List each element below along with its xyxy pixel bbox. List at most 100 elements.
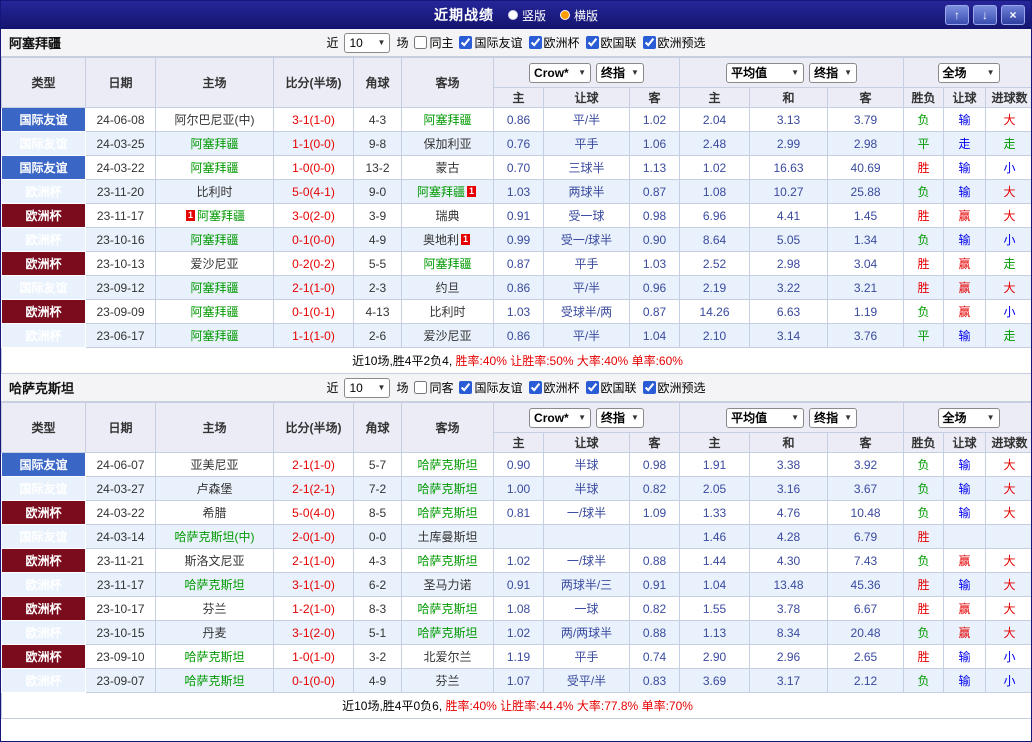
league-checkbox-nationsleague-input[interactable] <box>586 381 599 394</box>
cell-score[interactable]: 1-2(1-0) <box>274 597 354 621</box>
layout-radio-horizontal[interactable]: 横版 <box>560 7 598 24</box>
move-down-button[interactable]: ↓ <box>973 5 997 25</box>
cell-away-team[interactable]: 土库曼斯坦 <box>402 525 494 549</box>
cell-away-team[interactable]: 保加利亚 <box>402 132 494 156</box>
cell-away-team[interactable]: 哈萨克斯坦 <box>402 477 494 501</box>
cell-away-team[interactable]: 阿塞拜疆 <box>402 108 494 132</box>
close-button[interactable]: × <box>1001 5 1025 25</box>
same-venue-checkbox[interactable]: 同客 <box>414 379 453 396</box>
cell-home-team[interactable]: 阿塞拜疆 <box>156 228 274 252</box>
cell-score[interactable]: 0-1(0-0) <box>274 228 354 252</box>
table-row: 欧洲杯23-09-09阿塞拜疆0-1(0-1)4-13比利时1.03受球半/两0… <box>2 300 1032 324</box>
euro-average-select[interactable]: 平均值▼ <box>726 63 804 83</box>
league-checkbox-friendly[interactable]: 国际友谊 <box>459 34 522 51</box>
cell-home-team[interactable]: 阿塞拜疆 <box>156 276 274 300</box>
same-venue-checkbox-input[interactable] <box>414 381 427 394</box>
cell-away-team[interactable]: 奥地利1 <box>402 228 494 252</box>
cell-home-team[interactable]: 爱沙尼亚 <box>156 252 274 276</box>
cell-away-team[interactable]: 瑞典 <box>402 204 494 228</box>
cell-euro-draw-odds: 2.98 <box>750 252 828 276</box>
cell-score[interactable]: 2-0(1-0) <box>274 525 354 549</box>
cell-home-team[interactable]: 阿尔巴尼亚(中) <box>156 108 274 132</box>
cell-away-team[interactable]: 芬兰 <box>402 669 494 693</box>
cell-score[interactable]: 1-0(0-0) <box>274 156 354 180</box>
league-checkbox-eurocup[interactable]: 欧洲杯 <box>529 379 580 396</box>
league-checkbox-eurocup-input[interactable] <box>529 381 542 394</box>
league-checkbox-friendly-input[interactable] <box>459 36 472 49</box>
cell-home-team[interactable]: 阿塞拜疆 <box>156 300 274 324</box>
cell-home-team[interactable]: 亚美尼亚 <box>156 453 274 477</box>
chevron-down-icon: ▼ <box>631 413 639 422</box>
cell-away-team[interactable]: 比利时 <box>402 300 494 324</box>
cell-home-team[interactable]: 1阿塞拜疆 <box>156 204 274 228</box>
cell-away-team[interactable]: 爱沙尼亚 <box>402 324 494 348</box>
match-count-select[interactable]: 10▼ <box>344 378 390 398</box>
league-checkbox-qualifiers[interactable]: 欧洲预选 <box>643 379 706 396</box>
same-venue-checkbox[interactable]: 同主 <box>414 34 453 51</box>
cell-away-team[interactable]: 约旦 <box>402 276 494 300</box>
euro-average-select[interactable]: 平均值▼ <box>726 408 804 428</box>
cell-home-team[interactable]: 哈萨克斯坦 <box>156 573 274 597</box>
league-checkbox-nationsleague-input[interactable] <box>586 36 599 49</box>
cell-home-team[interactable]: 丹麦 <box>156 621 274 645</box>
cell-score[interactable]: 5-0(4-0) <box>274 501 354 525</box>
league-checkbox-friendly[interactable]: 国际友谊 <box>459 379 522 396</box>
cell-score[interactable]: 1-0(1-0) <box>274 645 354 669</box>
cell-away-team[interactable]: 哈萨克斯坦 <box>402 597 494 621</box>
asian-odds-time-select[interactable]: 终指▼ <box>596 63 644 83</box>
league-checkbox-qualifiers-input[interactable] <box>643 381 656 394</box>
euro-odds-time-select[interactable]: 终指▼ <box>809 408 857 428</box>
cell-score[interactable]: 3-1(1-0) <box>274 573 354 597</box>
league-checkbox-nationsleague[interactable]: 欧国联 <box>586 379 637 396</box>
bookmaker-select[interactable]: Crow*▼ <box>529 408 591 428</box>
league-checkbox-qualifiers-input[interactable] <box>643 36 656 49</box>
cell-away-team[interactable]: 哈萨克斯坦 <box>402 549 494 573</box>
league-checkbox-eurocup[interactable]: 欧洲杯 <box>529 34 580 51</box>
cell-away-team[interactable]: 圣马力诺 <box>402 573 494 597</box>
cell-score[interactable]: 0-1(0-0) <box>274 669 354 693</box>
cell-home-team[interactable]: 芬兰 <box>156 597 274 621</box>
fulltime-select[interactable]: 全场▼ <box>938 408 1000 428</box>
match-count-select[interactable]: 10▼ <box>344 33 390 53</box>
cell-score[interactable]: 3-1(2-0) <box>274 621 354 645</box>
cell-score[interactable]: 1-1(0-0) <box>274 132 354 156</box>
cell-score[interactable]: 3-1(1-0) <box>274 108 354 132</box>
cell-score[interactable]: 2-1(1-0) <box>274 453 354 477</box>
cell-away-team[interactable]: 阿塞拜疆 <box>402 252 494 276</box>
move-up-button[interactable]: ↑ <box>945 5 969 25</box>
cell-away-team[interactable]: 蒙古 <box>402 156 494 180</box>
cell-score[interactable]: 0-1(0-1) <box>274 300 354 324</box>
euro-odds-time-select[interactable]: 终指▼ <box>809 63 857 83</box>
cell-away-team[interactable]: 阿塞拜疆1 <box>402 180 494 204</box>
cell-score[interactable]: 1-1(1-0) <box>274 324 354 348</box>
cell-home-team[interactable]: 卢森堡 <box>156 477 274 501</box>
league-checkbox-nationsleague[interactable]: 欧国联 <box>586 34 637 51</box>
cell-home-team[interactable]: 阿塞拜疆 <box>156 132 274 156</box>
layout-radio-vertical[interactable]: 竖版 <box>508 7 546 24</box>
fulltime-select[interactable]: 全场▼ <box>938 63 1000 83</box>
cell-away-team[interactable]: 哈萨克斯坦 <box>402 621 494 645</box>
cell-home-team[interactable]: 希腊 <box>156 501 274 525</box>
cell-away-team[interactable]: 北爱尔兰 <box>402 645 494 669</box>
cell-home-team[interactable]: 哈萨克斯坦(中) <box>156 525 274 549</box>
cell-score[interactable]: 3-0(2-0) <box>274 204 354 228</box>
asian-odds-time-select[interactable]: 终指▼ <box>596 408 644 428</box>
cell-home-team[interactable]: 哈萨克斯坦 <box>156 645 274 669</box>
cell-home-team[interactable]: 哈萨克斯坦 <box>156 669 274 693</box>
cell-score[interactable]: 5-0(4-1) <box>274 180 354 204</box>
cell-away-team[interactable]: 哈萨克斯坦 <box>402 501 494 525</box>
cell-home-team[interactable]: 比利时 <box>156 180 274 204</box>
cell-score[interactable]: 2-1(1-0) <box>274 549 354 573</box>
cell-score[interactable]: 2-1(2-1) <box>274 477 354 501</box>
league-checkbox-friendly-input[interactable] <box>459 381 472 394</box>
cell-away-team[interactable]: 哈萨克斯坦 <box>402 453 494 477</box>
league-checkbox-eurocup-input[interactable] <box>529 36 542 49</box>
same-venue-checkbox-input[interactable] <box>414 36 427 49</box>
bookmaker-select[interactable]: Crow*▼ <box>529 63 591 83</box>
cell-home-team[interactable]: 阿塞拜疆 <box>156 156 274 180</box>
cell-home-team[interactable]: 斯洛文尼亚 <box>156 549 274 573</box>
cell-score[interactable]: 0-2(0-2) <box>274 252 354 276</box>
league-checkbox-qualifiers[interactable]: 欧洲预选 <box>643 34 706 51</box>
cell-score[interactable]: 2-1(1-0) <box>274 276 354 300</box>
cell-home-team[interactable]: 阿塞拜疆 <box>156 324 274 348</box>
